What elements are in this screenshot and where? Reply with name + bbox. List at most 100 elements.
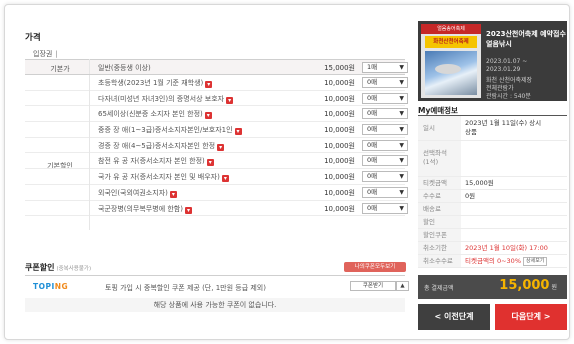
tab-separator: | xyxy=(55,50,58,58)
info-row-cancel-fee: 취소수수료 티켓금액의 0~30% 상세보기 xyxy=(418,255,567,268)
price-value: 10,000원 xyxy=(324,188,355,197)
info-row-cancel-deadline: 취소기한 2023년 1월 10일(화) 17:00 xyxy=(418,242,567,255)
coupon-collapse-button[interactable]: ▲ xyxy=(396,281,409,291)
price-row-name: 일반(중등생 이상) xyxy=(98,63,151,73)
chevron-down-icon: ▼ xyxy=(399,79,404,86)
event-period-end: 2023.01.29 xyxy=(486,66,521,73)
price-row-name: 다자녀(미성년 자녀3인)의 증명서상 보호자 ▾ xyxy=(98,94,234,104)
next-step-button[interactable]: 다음단계 > xyxy=(495,304,567,330)
info-dropdown-icon[interactable]: ▾ xyxy=(217,143,225,151)
price-section-title: 가격 xyxy=(25,33,41,43)
quantity-select[interactable]: 0매 ▼ xyxy=(362,124,408,136)
ticket-type-label: 참전 유 공 자(증서소지자 본인 한정) xyxy=(98,157,205,166)
price-value: 10,000원 xyxy=(324,79,355,87)
price-row-name: 중증 장 애(1~3급)증서소지자본인/보호자1인 ▾ xyxy=(98,125,242,136)
info-value: 15,000원 xyxy=(465,179,494,187)
info-key: 선택좌석 (1석) xyxy=(418,141,461,176)
ticket-type-label: 65세이상(신분증 소지자 본인 한정) xyxy=(98,110,203,119)
price-row: 경증 장 애(4~5급)증서소지자본인 한정 ▾ 10,000원 0매 ▼ xyxy=(25,138,408,154)
ticket-type-label: 경증 장 애(4~5급)증서소지자본인 한정 xyxy=(98,141,216,150)
price-pane: 가격 입장권 | 기본가 일반(중등생 이상) 15,000원 1매 ▼ 기본할인 초등학생(… xyxy=(19,15,409,340)
info-dropdown-icon[interactable]: ▾ xyxy=(205,81,213,88)
total-payment: 총 결제금액 15,000 원 xyxy=(418,275,567,299)
details-button[interactable]: 상세보기 xyxy=(523,257,548,266)
event-poster: 얼음송어축제 화천산천어축제 xyxy=(421,24,481,98)
prev-step-button[interactable]: < 이전단계 xyxy=(418,304,490,330)
ticket-type-label: 국가 유 공 자(증서소지자 본인 및 배우자) xyxy=(98,173,220,182)
total-label: 총 결제금액 xyxy=(424,285,454,292)
ticket-type-tab[interactable]: 입장권 | xyxy=(33,49,58,59)
toping-logo-accent: NG xyxy=(54,282,69,291)
event-venue-name: 화천 산천어축제장 xyxy=(486,77,533,84)
price-row-name: 초등학생(2023년 1월 기준 재학생) ▾ xyxy=(98,78,213,88)
price-value: 10,000원 xyxy=(324,94,355,103)
booking-info-table: 일시 2023년 1월 11일(수) 상시 상품 선택좌석 (1석) 티켓금액 1… xyxy=(418,115,567,268)
category-column-border xyxy=(89,59,90,230)
get-coupon-button[interactable]: 쿠폰받기 xyxy=(350,281,396,291)
event-title: 2023산천어축제 예약접수 얼음낚시 xyxy=(486,30,566,48)
chevron-down-icon: ▼ xyxy=(399,188,404,196)
info-key: 수수료 xyxy=(418,190,461,202)
cancel-fee-text: 티켓금액의 0~30% xyxy=(465,257,521,265)
total-amount: 15,000 xyxy=(499,278,550,293)
quantity-value: 0매 xyxy=(367,125,378,134)
info-dropdown-icon[interactable]: ▾ xyxy=(221,175,229,183)
total-unit: 원 xyxy=(551,284,557,291)
chevron-down-icon: ▼ xyxy=(399,110,404,118)
view-my-coupons-button[interactable]: 나의쿠폰모두보기 xyxy=(344,262,406,272)
info-key: 취소수수료 xyxy=(418,255,461,267)
price-row: 외국인(국외여권소지자) ▾ 10,000원 0매 ▼ xyxy=(25,185,408,201)
quantity-select[interactable]: 0매 ▼ xyxy=(362,202,408,214)
event-runtime: 관람시간 : 540분 xyxy=(486,93,531,100)
group-divider xyxy=(25,74,405,75)
info-key: 일시 xyxy=(418,116,461,140)
quantity-select[interactable]: 0매 ▼ xyxy=(362,186,408,198)
info-row-shipping: 배송료 xyxy=(418,203,567,216)
info-dropdown-icon[interactable]: ▾ xyxy=(169,190,177,198)
quantity-select[interactable]: 0매 ▼ xyxy=(362,171,408,183)
quantity-value: 0매 xyxy=(367,203,378,212)
info-row-fee: 수수료 0원 xyxy=(418,190,567,203)
info-dropdown-icon[interactable]: ▾ xyxy=(226,96,234,104)
booking-session: 상품 xyxy=(465,128,477,136)
price-row-name: 65세이상(신분증 소지자 본인 한정) ▾ xyxy=(98,109,212,120)
price-value: 10,000원 xyxy=(324,204,355,213)
info-dropdown-icon[interactable]: ▾ xyxy=(206,159,214,167)
price-row-name: 경증 장 애(4~5급)증서소지자본인 한정 ▾ xyxy=(98,141,225,151)
chevron-down-icon: ▼ xyxy=(399,64,404,71)
quantity-value: 0매 xyxy=(367,172,378,181)
quantity-select[interactable]: 0매 ▼ xyxy=(362,139,408,151)
event-rating: 전체관람가 xyxy=(486,85,514,92)
price-row-name: 외국인(국외여권소지자) ▾ xyxy=(98,188,177,198)
price-row: 65세이상(신분증 소지자 본인 한정) ▾ 10,000원 0매 ▼ xyxy=(25,106,408,123)
price-row: 기본가 일반(중등생 이상) 15,000원 1매 ▼ xyxy=(25,60,408,75)
info-dropdown-icon[interactable]: ▾ xyxy=(234,128,242,136)
quantity-select[interactable]: 0매 ▼ xyxy=(362,108,408,120)
quantity-select[interactable]: 0매 ▼ xyxy=(362,155,408,167)
event-period: 2023.01.07 ~ 2023.01.29 xyxy=(486,58,566,74)
summary-pane: 얼음송어축제 화천산천어축제 2023산천어축제 예약접수 얼음낚시 2023.… xyxy=(418,15,567,335)
booking-date: 2023년 1월 11일(수) 상시 xyxy=(465,119,542,127)
info-dropdown-icon[interactable]: ▾ xyxy=(184,206,192,214)
quantity-value: 0매 xyxy=(367,156,378,165)
coupon-description: 토핑 가입 시 중복할인 쿠폰 제공 (단, 1만원 등급 제외) xyxy=(105,284,266,292)
price-row: 참전 유 공 자(증서소지자 본인 한정) ▾ 10,000원 0매 ▼ xyxy=(25,153,408,170)
price-table: 기본가 일반(중등생 이상) 15,000원 1매 ▼ 기본할인 초등학생(2023년 1월… xyxy=(25,59,408,217)
fish-icon xyxy=(435,64,461,74)
info-value: 2023년 1월 11일(수) 상시 상품 xyxy=(465,119,541,137)
total-amount-wrap: 15,000 원 xyxy=(499,278,557,293)
quantity-value: 1매 xyxy=(367,63,378,71)
price-row: 기본할인 초등학생(2023년 1월 기준 재학생) ▾ 10,000원 0매 ▼ xyxy=(25,75,408,170)
ticket-type-label: 중증 장 애(1~3급)증서소지자본인/보호자1인 xyxy=(98,126,233,135)
quantity-value: 0매 xyxy=(367,140,378,149)
ticket-type-label: 다자녀(미성년 자녀3인)의 증명서상 보호자 xyxy=(98,94,225,103)
info-key: 티켓금액 xyxy=(418,177,461,189)
info-row-ticket-amount: 티켓금액 15,000원 xyxy=(418,177,567,190)
info-dropdown-icon[interactable]: ▾ xyxy=(204,112,212,120)
chevron-down-icon: ▼ xyxy=(399,141,404,149)
price-value: 10,000원 xyxy=(324,110,355,119)
quantity-select[interactable]: 1매 ▼ xyxy=(362,62,408,73)
quantity-select[interactable]: 0매 ▼ xyxy=(362,77,408,88)
chevron-down-icon: ▼ xyxy=(399,204,404,212)
quantity-select[interactable]: 0매 ▼ xyxy=(362,92,408,104)
